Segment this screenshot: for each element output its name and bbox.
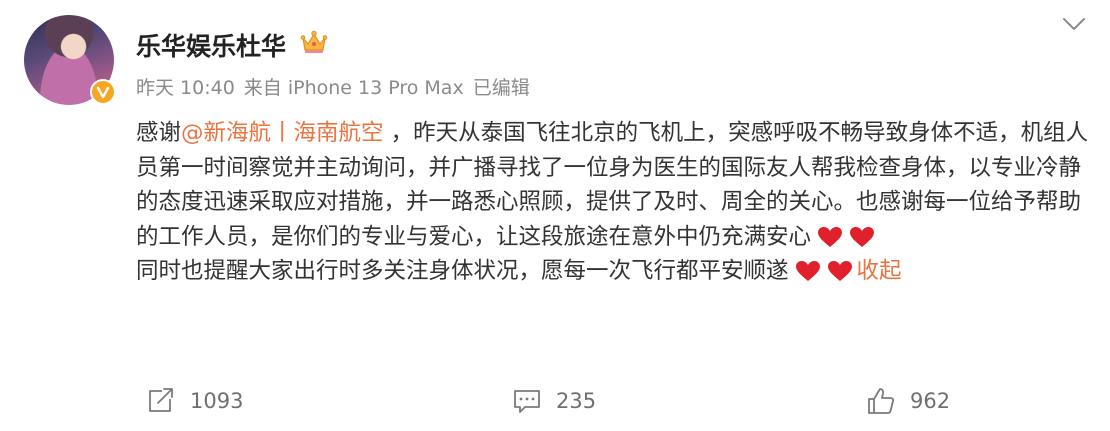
comment-button[interactable]: 235 bbox=[512, 381, 596, 421]
like-button[interactable]: 962 bbox=[866, 381, 950, 421]
chevron-down-icon[interactable] bbox=[1060, 12, 1088, 36]
action-bar: 1093 235 962 bbox=[0, 381, 1110, 421]
avatar-container[interactable] bbox=[24, 15, 116, 105]
red-heart-icon bbox=[818, 226, 843, 247]
red-heart-icon bbox=[827, 261, 852, 281]
post-text-prefix: 感谢 bbox=[136, 120, 182, 146]
like-count: 962 bbox=[910, 389, 951, 413]
post-source: 来自 iPhone 13 Pro Max bbox=[243, 77, 464, 99]
post-meta: 昨天 10:40 来自 iPhone 13 Pro Max 已编辑 bbox=[136, 73, 539, 100]
collapse-link[interactable]: 收起 bbox=[857, 258, 902, 284]
repost-button[interactable]: 1093 bbox=[146, 381, 243, 421]
weibo-post: 乐华娱乐杜华 昨天 10:40 来自 iPhone 13 Pro Max 已编辑 感… bbox=[0, 0, 1110, 431]
comment-count: 235 bbox=[556, 389, 597, 413]
mention-link[interactable]: @新海航丨海南航空 bbox=[181, 120, 384, 146]
edited-label[interactable]: 已编辑 bbox=[473, 77, 530, 99]
repost-icon bbox=[149, 388, 173, 412]
verified-badge-icon bbox=[90, 79, 116, 105]
comment-icon bbox=[514, 390, 540, 413]
post-time[interactable]: 昨天 10:40 bbox=[136, 77, 235, 99]
red-heart-icon bbox=[795, 261, 820, 281]
author-name[interactable]: 乐华娱乐杜华 bbox=[136, 27, 286, 63]
thumbs-up-icon bbox=[868, 388, 895, 414]
repost-count: 1093 bbox=[190, 389, 244, 413]
post-content: 感谢@新海航丨海南航空 ，昨天从泰国飞往北京的飞机上，突感呼吸不畅导致身体不适，… bbox=[136, 116, 1091, 289]
crown-icon bbox=[300, 30, 328, 53]
post-text-paragraph-2: 同时也提醒大家出行时多关注身体状况，愿每一次飞行都平安顺遂 bbox=[136, 258, 789, 284]
red-heart-icon bbox=[850, 226, 875, 247]
